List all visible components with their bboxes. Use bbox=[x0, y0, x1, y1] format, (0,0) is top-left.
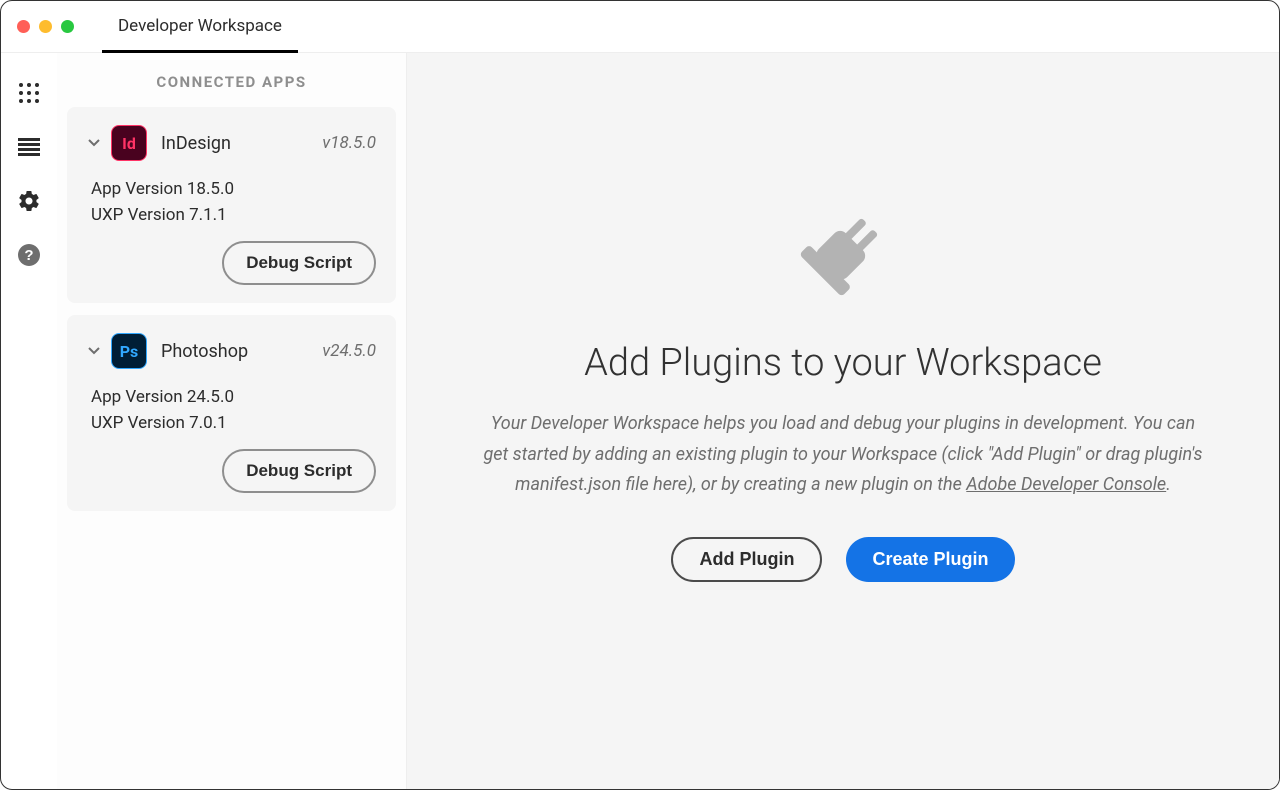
gear-icon[interactable] bbox=[17, 189, 41, 213]
sidebar-header: CONNECTED APPS bbox=[67, 73, 396, 91]
chevron-down-icon[interactable] bbox=[87, 342, 101, 361]
app-icon-badge: Ps bbox=[120, 342, 139, 361]
debug-script-button[interactable]: Debug Script bbox=[222, 449, 376, 493]
indesign-app-icon: Id bbox=[111, 125, 147, 161]
app-version-line: App Version 18.5.0 bbox=[91, 179, 376, 199]
main-heading: Add Plugins to your Workspace bbox=[584, 341, 1102, 385]
uxp-version-line: UXP Version 7.1.1 bbox=[91, 205, 376, 225]
uxp-version-line: UXP Version 7.0.1 bbox=[91, 413, 376, 433]
app-window: Developer Workspace bbox=[0, 0, 1280, 790]
connected-apps-sidebar: CONNECTED APPS Id InDesign v18.5.0 App V… bbox=[57, 53, 407, 789]
photoshop-app-icon: Ps bbox=[111, 333, 147, 369]
app-card-header[interactable]: Ps Photoshop v24.5.0 bbox=[87, 333, 376, 369]
app-body: ? CONNECTED APPS Id InDesign v18.5.0 App… bbox=[1, 53, 1279, 789]
tab-developer-workspace[interactable]: Developer Workspace bbox=[102, 1, 298, 53]
icon-rail: ? bbox=[1, 53, 57, 789]
add-plugin-button[interactable]: Add Plugin bbox=[671, 537, 822, 582]
create-plugin-button[interactable]: Create Plugin bbox=[846, 537, 1014, 582]
window-controls bbox=[17, 20, 74, 33]
minimize-window-button[interactable] bbox=[39, 20, 52, 33]
maximize-window-button[interactable] bbox=[61, 20, 74, 33]
plug-icon bbox=[783, 193, 903, 317]
svg-text:?: ? bbox=[24, 247, 33, 264]
adobe-developer-console-link[interactable]: Adobe Developer Console bbox=[966, 474, 1166, 495]
app-version-line: App Version 24.5.0 bbox=[91, 387, 376, 407]
app-version: v18.5.0 bbox=[322, 133, 376, 153]
app-version: v24.5.0 bbox=[322, 341, 376, 361]
main-description: Your Developer Workspace helps you load … bbox=[483, 409, 1203, 501]
app-icon-badge: Id bbox=[122, 134, 136, 153]
app-card-indesign: Id InDesign v18.5.0 App Version 18.5.0 U… bbox=[67, 107, 396, 303]
list-icon[interactable] bbox=[17, 135, 41, 159]
tab-label: Developer Workspace bbox=[118, 16, 282, 36]
main-panel: Add Plugins to your Workspace Your Devel… bbox=[407, 53, 1279, 789]
close-window-button[interactable] bbox=[17, 20, 30, 33]
main-description-post: . bbox=[1166, 474, 1171, 495]
app-card-header[interactable]: Id InDesign v18.5.0 bbox=[87, 125, 376, 161]
debug-script-button[interactable]: Debug Script bbox=[222, 241, 376, 285]
chevron-down-icon[interactable] bbox=[87, 134, 101, 153]
help-icon[interactable]: ? bbox=[17, 243, 41, 267]
apps-grid-icon[interactable] bbox=[17, 81, 41, 105]
app-card-photoshop: Ps Photoshop v24.5.0 App Version 24.5.0 … bbox=[67, 315, 396, 511]
titlebar: Developer Workspace bbox=[1, 1, 1279, 53]
main-actions: Add Plugin Create Plugin bbox=[671, 537, 1014, 582]
app-name: Photoshop bbox=[161, 341, 322, 362]
app-name: InDesign bbox=[161, 133, 322, 154]
